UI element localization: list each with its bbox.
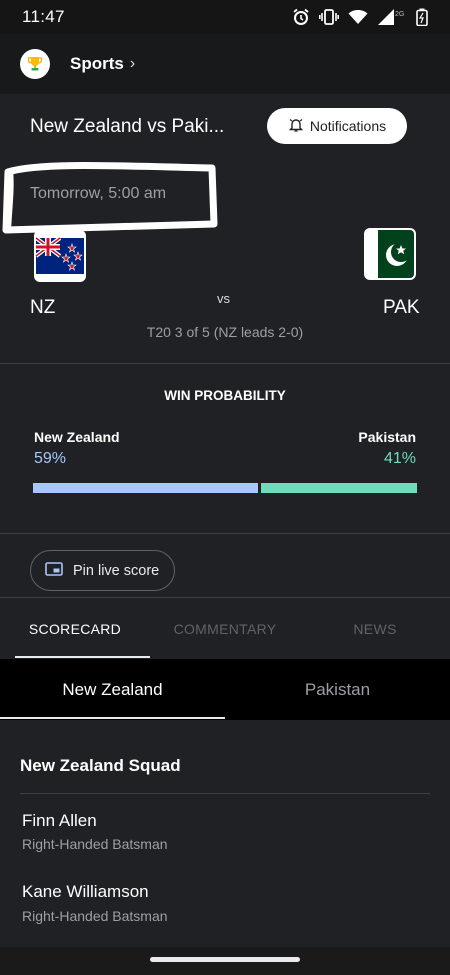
team1-abbr: NZ [30, 297, 56, 318]
network-label: 2G [395, 11, 404, 18]
home-gesture-handle[interactable] [150, 957, 300, 962]
tab-commentary[interactable]: COMMENTARY [150, 598, 300, 659]
pakistan-flag [364, 228, 416, 280]
pin-live-score-button[interactable]: Pin live score [30, 550, 175, 591]
tab-news[interactable]: NEWS [300, 598, 450, 659]
status-bar: 11:47 2G [0, 0, 450, 34]
wp-team1-name: New Zealand [34, 429, 120, 445]
match-tabs: SCORECARD COMMENTARY NEWS [0, 598, 450, 659]
win-probability-card: WIN PROBABILITY New Zealand Pakistan 59%… [0, 364, 450, 534]
match-title: New Zealand vs Paki... [30, 116, 225, 137]
squad-title: New Zealand Squad [20, 756, 181, 775]
player-role: Right-Handed Batsman [22, 908, 168, 924]
wifi-icon [348, 9, 368, 25]
team-tabs: New Zealand Pakistan [0, 659, 450, 720]
divider [20, 793, 430, 794]
trophy-icon [20, 49, 50, 79]
divider [0, 533, 450, 534]
alarm-icon [292, 8, 310, 26]
pin-live-score-label: Pin live score [73, 562, 160, 579]
wp-team1-bar [33, 483, 258, 493]
vibrate-icon [319, 8, 339, 26]
sports-header[interactable]: Sports › [0, 34, 450, 94]
status-icons: 2G [292, 8, 428, 26]
notifications-button[interactable]: Notifications [267, 108, 407, 144]
notifications-label: Notifications [309, 118, 387, 134]
tab-scorecard[interactable]: SCORECARD [0, 598, 150, 659]
squad-section: New Zealand Squad Finn Allen Right-Hande… [0, 720, 450, 947]
win-probability-title: WIN PROBABILITY [164, 388, 286, 403]
new-zealand-flag [34, 230, 86, 282]
picture-in-picture-icon [45, 561, 63, 581]
team-tab-pakistan[interactable]: Pakistan [225, 659, 450, 720]
vs-label: vs [217, 291, 230, 306]
series-status: T20 3 of 5 (NZ leads 2-0) [146, 324, 304, 340]
team-tab-new-zealand[interactable]: New Zealand [0, 659, 225, 720]
match-header: New Zealand vs Paki... Notifications Tom… [0, 94, 450, 364]
status-time: 11:47 [22, 7, 65, 26]
player-name[interactable]: Finn Allen [22, 811, 97, 831]
player-role: Right-Handed Batsman [22, 836, 168, 852]
battery-icon [416, 8, 428, 26]
wp-team1-pct: 59% [34, 450, 67, 467]
wp-team2-name: Pakistan [358, 429, 416, 445]
team2-abbr: PAK [383, 297, 420, 318]
wp-team2-bar [261, 483, 417, 493]
sports-title: Sports [70, 54, 124, 73]
wp-team2-pct: 41% [383, 450, 416, 467]
player-name[interactable]: Kane Williamson [22, 882, 149, 902]
signal-icon: 2G [377, 8, 407, 26]
chevron-right-icon: › [129, 55, 136, 72]
match-time: Tomorrow, 5:00 am [30, 185, 167, 202]
gesture-nav-bar [0, 947, 450, 975]
bell-add-icon [288, 117, 304, 136]
